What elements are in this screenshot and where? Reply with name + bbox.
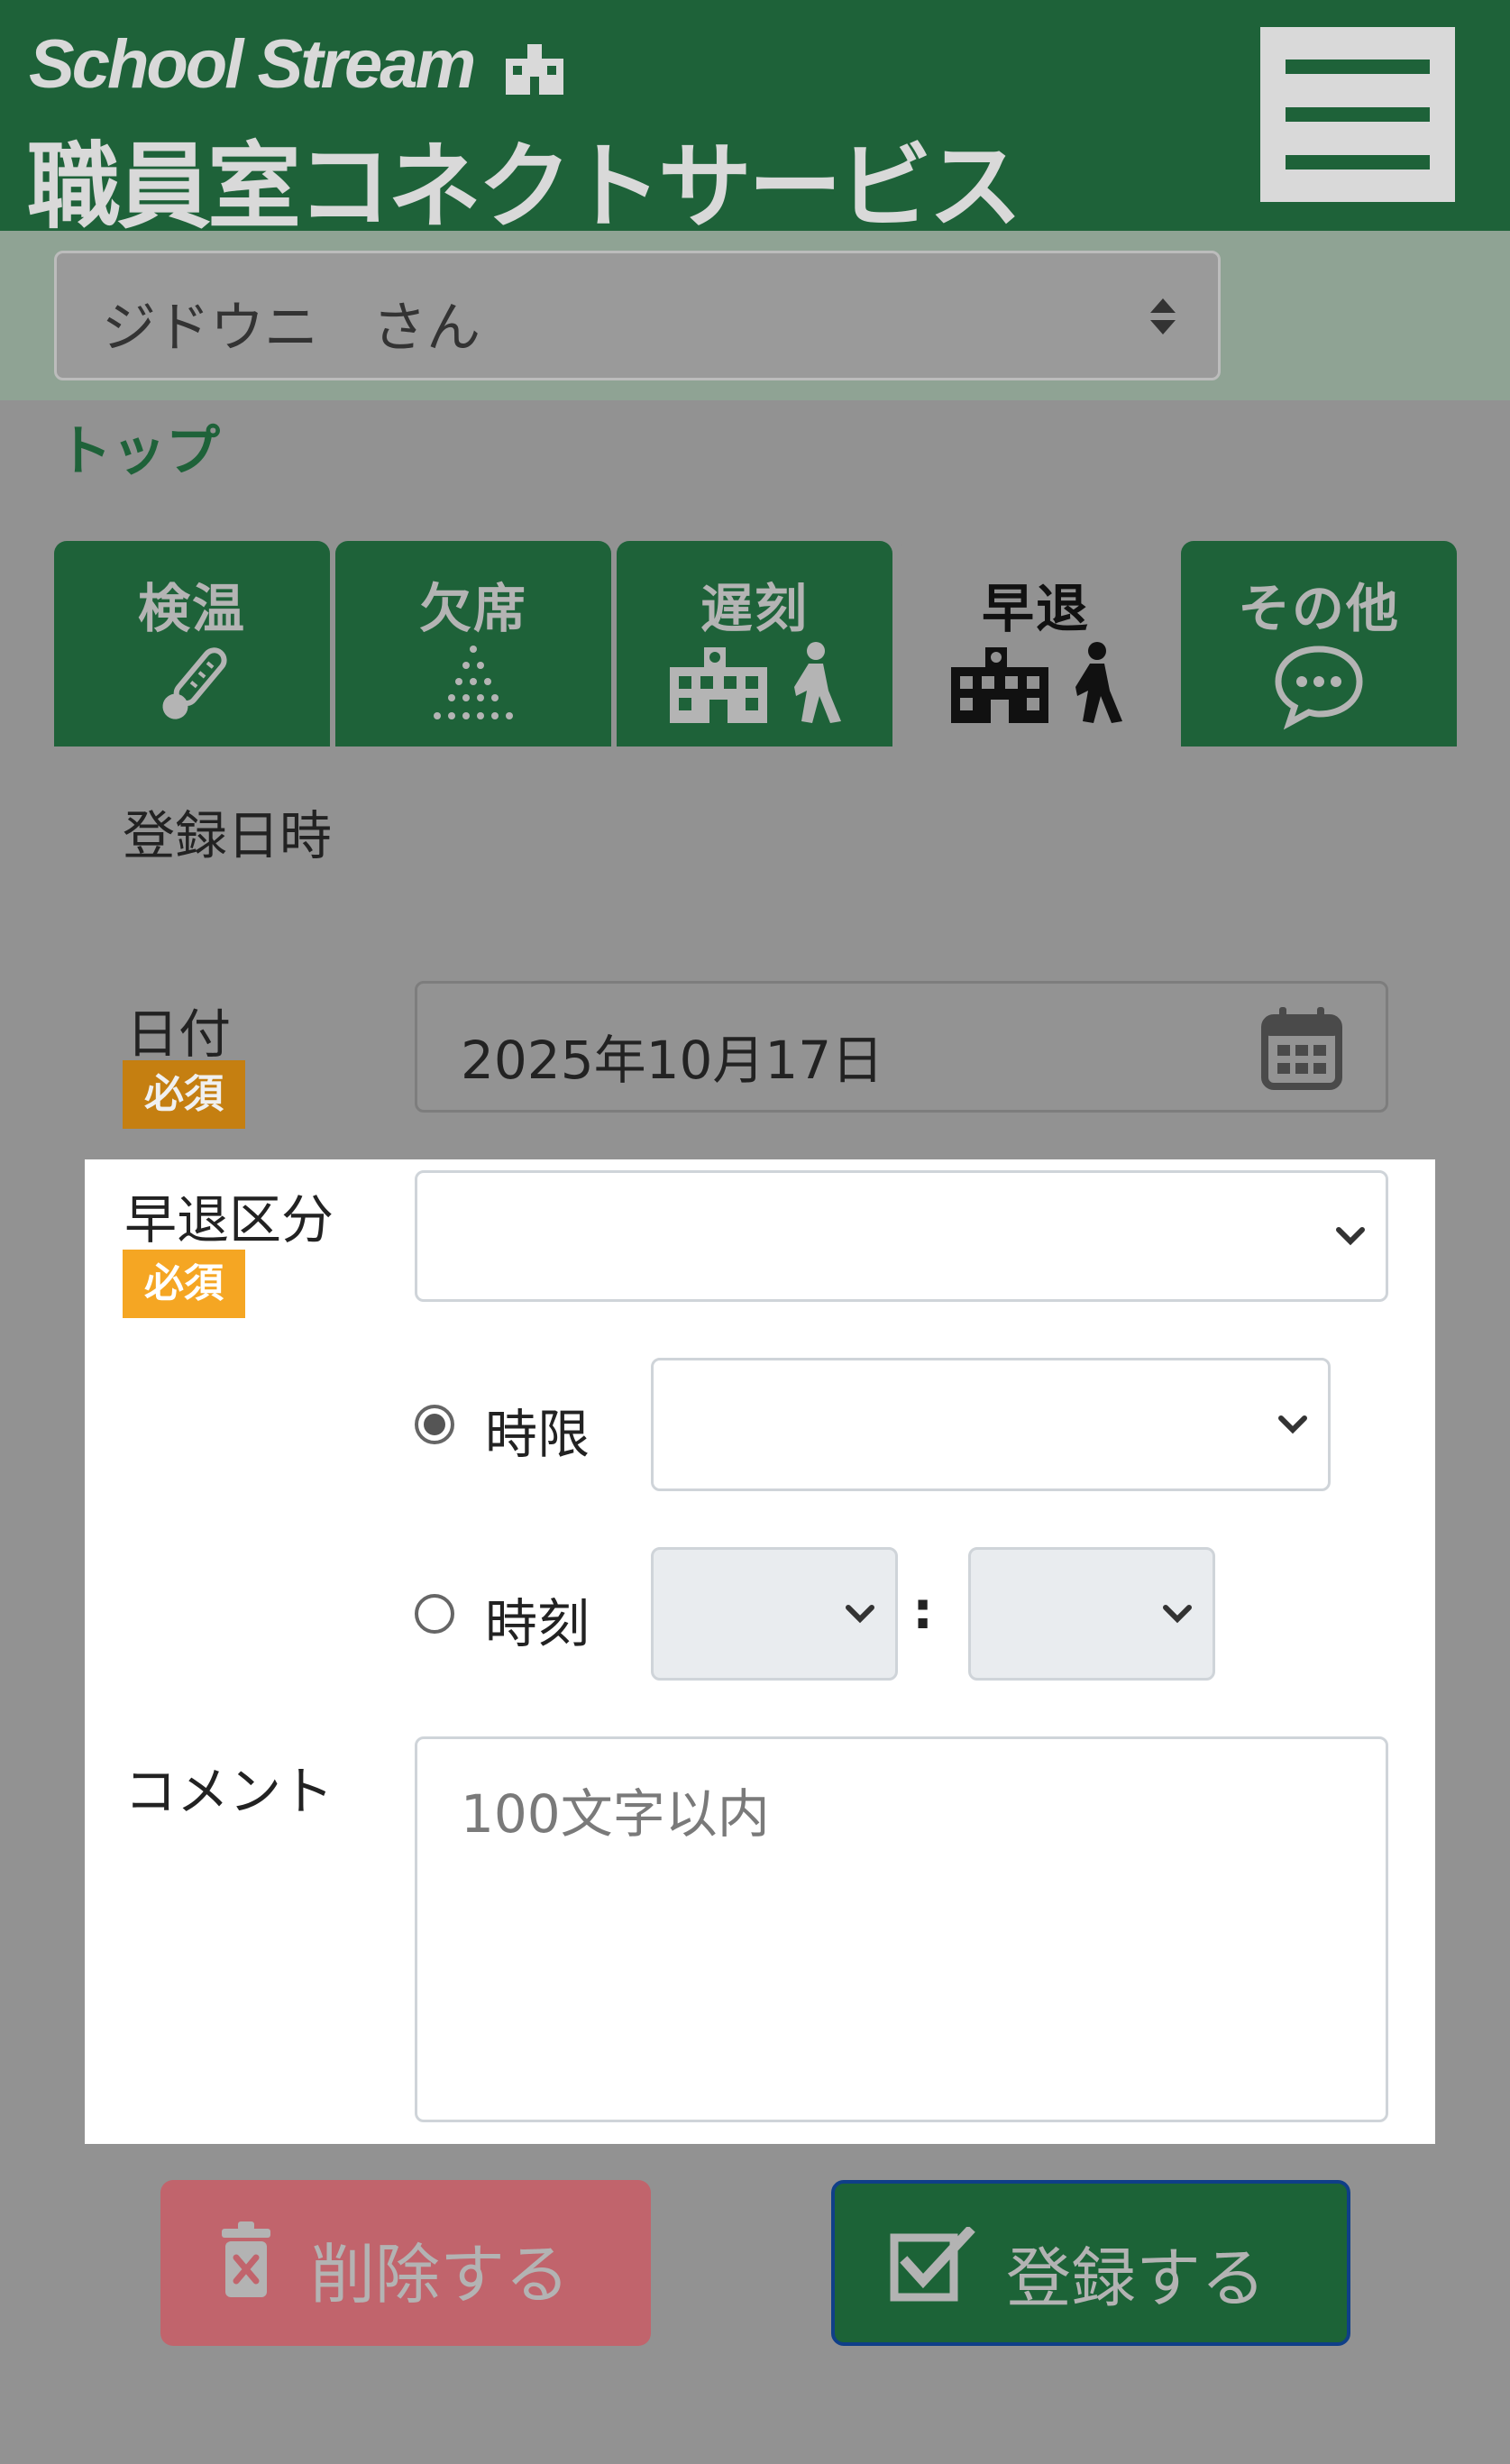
school-walker-icon [951, 642, 1122, 723]
calendar-icon[interactable] [1259, 1005, 1344, 1092]
menu-line-icon [1286, 60, 1430, 74]
menu-line-icon [1286, 107, 1430, 122]
radio-period[interactable] [415, 1405, 454, 1444]
date-value: 2025年10月17日 [461, 1030, 884, 1091]
tab-label: 欠席 [418, 578, 527, 639]
chevron-down-icon [846, 1605, 874, 1624]
tab-absence[interactable]: 欠席 [335, 541, 611, 747]
tab-label: その他 [1237, 578, 1400, 639]
logo: School Stream [29, 25, 567, 104]
chevron-down-icon [1336, 1227, 1365, 1246]
date-input[interactable]: 2025年10月17日 [415, 981, 1388, 1113]
school-walker-icon [670, 642, 841, 723]
period-select[interactable] [651, 1358, 1331, 1491]
user-select-value: ジドウニ さん [102, 297, 480, 360]
time-separator: : [912, 1580, 934, 1641]
minute-select[interactable] [968, 1547, 1215, 1681]
required-badge: 必須 [123, 1250, 245, 1318]
thermometer-icon [162, 647, 227, 719]
comment-textarea[interactable]: 100文字以内 [415, 1736, 1388, 2122]
menu-line-icon [1286, 155, 1430, 169]
radio-time[interactable] [415, 1594, 454, 1634]
user-select[interactable]: ジドウニ さん [54, 251, 1221, 380]
date-label: 日付 [126, 1003, 232, 1065]
hamburger-menu-button[interactable] [1260, 27, 1455, 202]
radio-time-label: 時刻 [485, 1593, 590, 1654]
speech-bubble-icon [1275, 646, 1363, 730]
section-title: 登録日時 [123, 805, 333, 866]
chevron-down-icon [1163, 1605, 1192, 1624]
tab-label: 遅刻 [700, 578, 809, 639]
delete-button-label: 削除する [310, 2237, 571, 2313]
checkbox-checked-icon [890, 2227, 975, 2302]
required-badge: 必須 [123, 1060, 245, 1129]
radio-period-label: 時限 [485, 1404, 590, 1465]
school-building-icon [506, 43, 564, 95]
trash-icon [222, 2221, 270, 2297]
service-title: 職員室コネクトサービス [27, 132, 1022, 242]
category-label: 早退区分 [124, 1189, 334, 1250]
tab-late[interactable]: 遅刻 [617, 541, 892, 747]
tab-early-leave[interactable]: 早退 [898, 541, 1174, 747]
breadcrumb-top-link[interactable]: トップ [58, 408, 220, 486]
comment-label: コメント [124, 1761, 334, 1822]
user-bar: ジドウニ さん [0, 231, 1510, 400]
save-button-label: 登録する [1006, 2240, 1267, 2316]
tab-temperature[interactable]: 検温 [54, 541, 330, 747]
comment-placeholder: 100文字以内 [461, 1783, 770, 1845]
delete-button[interactable]: 削除する [160, 2180, 651, 2346]
logo-text: School Stream [29, 26, 476, 103]
hour-select[interactable] [651, 1547, 898, 1681]
app-header: School Stream 職員室コネクトサービス [0, 0, 1510, 242]
dots-triangle-icon [434, 646, 513, 719]
save-button[interactable]: 登録する [831, 2180, 1350, 2346]
tab-other[interactable]: その他 [1181, 541, 1457, 747]
tab-label: 検温 [137, 578, 246, 639]
tab-label: 早退 [981, 578, 1090, 639]
chevron-down-icon [1278, 1415, 1307, 1434]
category-select[interactable] [415, 1170, 1388, 1302]
sort-arrows-icon [1150, 298, 1176, 334]
